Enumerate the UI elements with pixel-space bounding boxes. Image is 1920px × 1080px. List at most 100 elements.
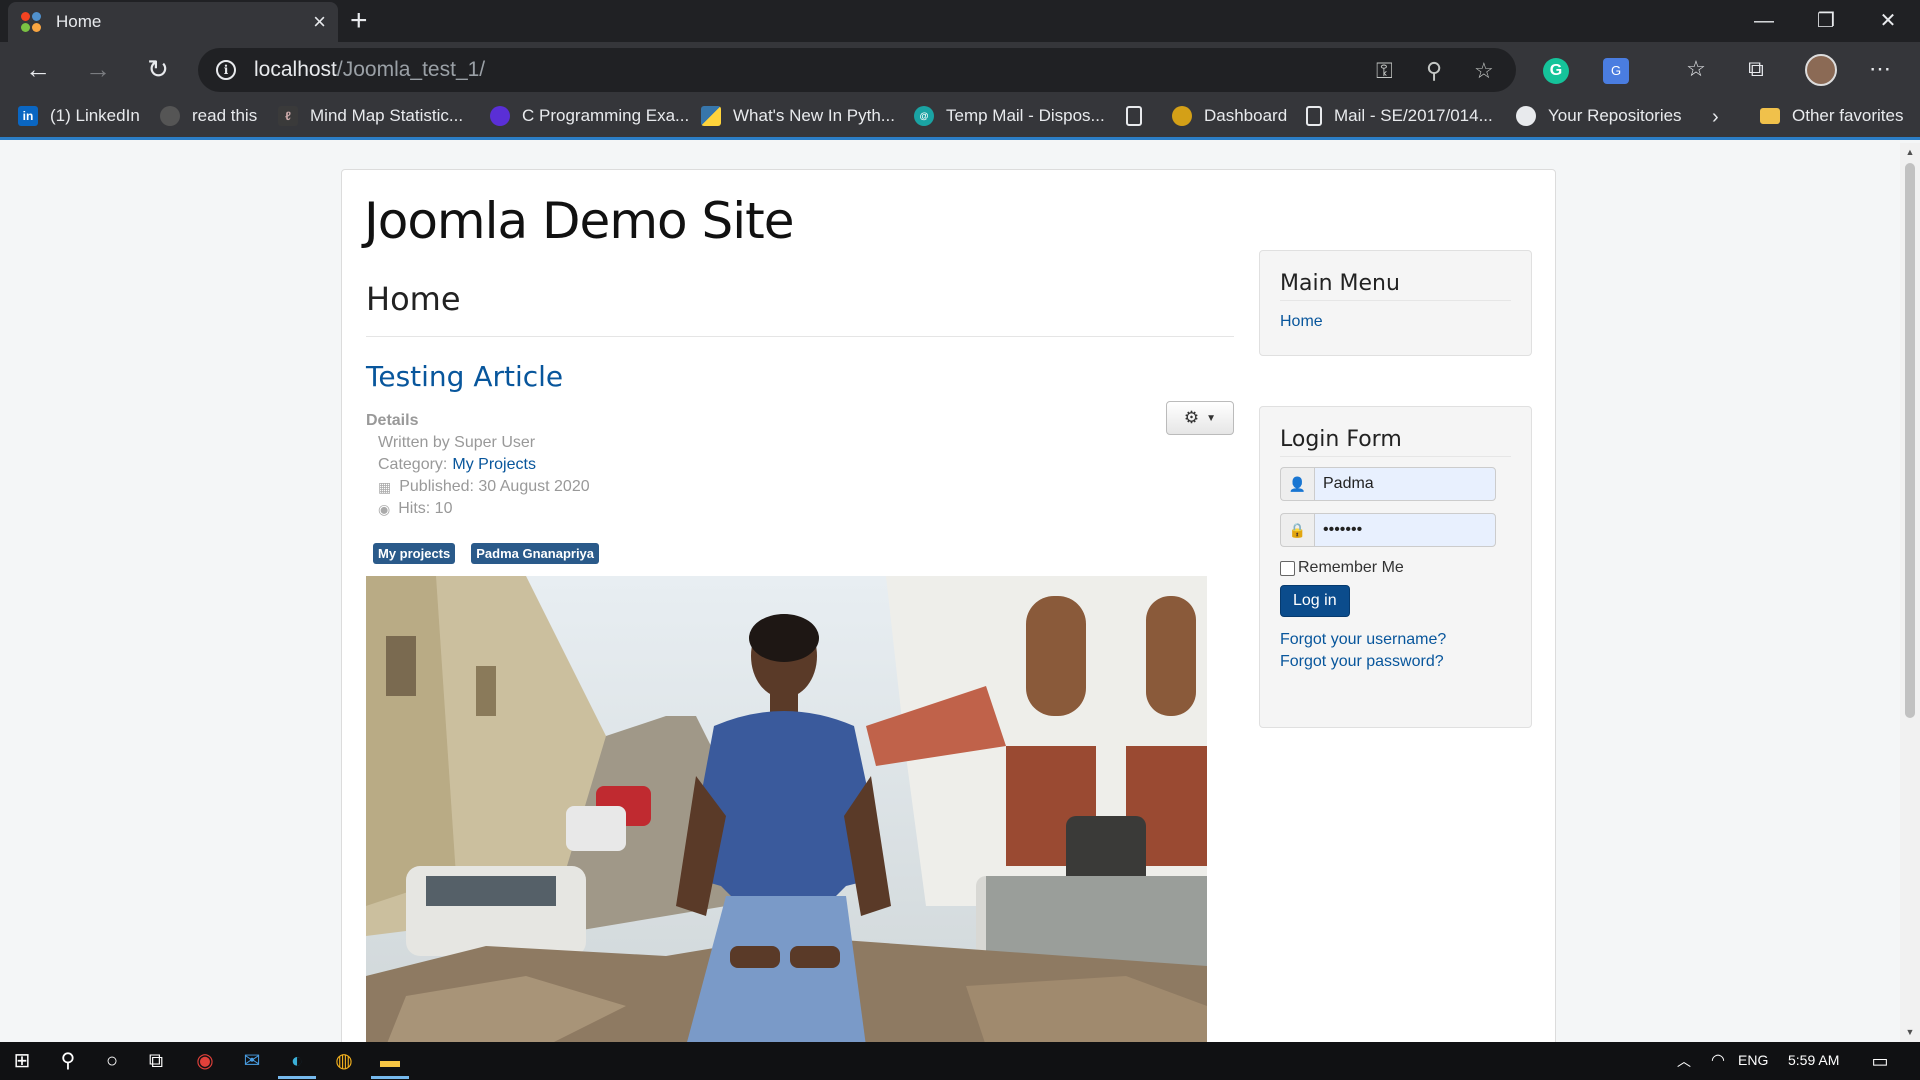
reload-button[interactable]: ↻	[140, 54, 176, 84]
search-icon[interactable]: ⚲	[56, 1049, 80, 1073]
street-photo-illustration	[366, 576, 1207, 1042]
calendar-icon: ▦	[378, 479, 392, 495]
bookmark-linkedin[interactable]: in (1) LinkedIn	[18, 106, 140, 126]
file-explorer-icon[interactable]: ▬	[378, 1049, 402, 1073]
main-menu-title: Main Menu	[1280, 271, 1511, 301]
mindmap-icon: ℓ	[278, 106, 298, 126]
tag-my-projects[interactable]: My projects	[373, 543, 456, 564]
restore-button[interactable]: ❐	[1806, 6, 1846, 36]
edge-browser-icon[interactable]: ◐	[285, 1049, 309, 1073]
site-title[interactable]: Joomla Demo Site	[364, 192, 795, 250]
username-input[interactable]	[1314, 467, 1496, 501]
bookmark-read-this[interactable]: read this	[160, 106, 257, 126]
url-text: localhost/Joomla_test_1/	[254, 58, 486, 81]
address-bar[interactable]: i localhost/Joomla_test_1/ ⚿ ⚲ ☆	[198, 48, 1516, 92]
page-heading: Home	[366, 280, 461, 318]
lock-icon: 🔒	[1280, 513, 1314, 547]
more-menu-icon[interactable]: ⋯	[1862, 54, 1898, 84]
translate-extension-icon[interactable]: G	[1603, 58, 1629, 84]
notification-icon[interactable]: ▭	[1868, 1049, 1892, 1073]
bookmark-repositories[interactable]: Your Repositories	[1516, 106, 1682, 126]
article-title[interactable]: Testing Article	[366, 360, 563, 393]
minimize-button[interactable]: —	[1744, 6, 1784, 36]
article-details: Details Written by Super User Category: M…	[366, 410, 590, 520]
tag-padma-gnanapriya[interactable]: Padma Gnanapriya	[471, 543, 600, 564]
app-icon-red[interactable]: ◉	[193, 1049, 217, 1073]
menu-item-home[interactable]: Home	[1280, 311, 1511, 333]
programiz-icon	[490, 106, 510, 126]
favorites-icon[interactable]: ☆	[1678, 54, 1714, 84]
grammarly-extension-icon[interactable]: G	[1543, 58, 1569, 84]
bookmark-c-programming[interactable]: C Programming Exa...	[490, 106, 689, 126]
windows-taskbar: ⊞ ⚲ ○ ⧉ ◉ ✉ ◐ ◍ ▬ ︿ ◠ ENG 5:59 AM ▭	[0, 1042, 1920, 1080]
article-hits: ◉ Hits: 10	[366, 498, 590, 520]
task-view-icon[interactable]: ⧉	[144, 1049, 168, 1073]
caret-down-icon: ▼	[1206, 412, 1217, 424]
joomla-favicon-icon	[20, 11, 42, 33]
forgot-password-link[interactable]: Forgot your password?	[1280, 651, 1511, 673]
close-window-button[interactable]: ✕	[1868, 6, 1908, 36]
browser-tab-home[interactable]: Home ×	[8, 2, 338, 42]
gear-icon: ⚙	[1183, 408, 1200, 427]
favorite-star-icon[interactable]: ☆	[1474, 58, 1494, 84]
tab-title: Home	[56, 12, 102, 31]
username-group: 👤	[1280, 467, 1496, 501]
chevron-right-icon[interactable]: ›	[1712, 106, 1719, 129]
article-category: Category: My Projects	[366, 454, 590, 476]
language-indicator[interactable]: ENG	[1738, 1052, 1768, 1068]
chevron-up-icon[interactable]: ︿	[1672, 1049, 1696, 1073]
scroll-thumb[interactable]	[1905, 163, 1915, 718]
clock[interactable]: 5:59 AM	[1788, 1052, 1839, 1068]
site-container: Joomla Demo Site Home Testing Article ⚙ ▼…	[341, 169, 1556, 1042]
page-icon	[1306, 106, 1322, 126]
new-tab-button[interactable]: +	[350, 6, 368, 36]
windows-start-icon[interactable]: ⊞	[10, 1049, 34, 1073]
scroll-up-icon[interactable]: ▲	[1900, 147, 1920, 157]
eye-icon: ◉	[378, 501, 391, 517]
zoom-out-icon[interactable]: ⚲	[1426, 58, 1442, 84]
folder-icon	[1760, 108, 1780, 124]
mail-icon[interactable]: ✉	[240, 1049, 264, 1073]
chrome-icon[interactable]: ◍	[332, 1049, 356, 1073]
remember-me[interactable]: Remember Me	[1280, 559, 1511, 577]
key-icon[interactable]: ⚿	[1376, 58, 1393, 84]
bookmark-untitled[interactable]	[1126, 106, 1142, 126]
collections-icon[interactable]: ⧉	[1738, 54, 1774, 84]
github-icon	[160, 106, 180, 126]
python-icon	[701, 106, 721, 126]
cortana-icon[interactable]: ○	[100, 1049, 124, 1073]
article-tools-button[interactable]: ⚙ ▼	[1166, 401, 1234, 435]
login-form-title: Login Form	[1280, 427, 1511, 457]
details-label: Details	[366, 412, 419, 429]
close-tab-icon[interactable]: ×	[313, 11, 326, 33]
article-author: Written by Super User	[378, 434, 536, 451]
back-button[interactable]: ←	[20, 54, 56, 84]
page-icon	[1126, 106, 1142, 126]
page-scrollbar[interactable]: ▲ ▼	[1900, 143, 1920, 1042]
main-menu-module: Main Menu Home	[1259, 250, 1532, 356]
profile-avatar[interactable]	[1805, 54, 1837, 86]
explorer-indicator	[371, 1076, 409, 1079]
category-link[interactable]: My Projects	[452, 454, 536, 476]
bookmark-mind-map[interactable]: ℓ Mind Map Statistic...	[278, 106, 463, 126]
forgot-username-link[interactable]: Forgot your username?	[1280, 629, 1511, 651]
login-form-module: Login Form 👤 🔒 Remember Me Log in Forgot…	[1259, 406, 1532, 728]
bookmark-python[interactable]: What's New In Pyth...	[701, 106, 895, 126]
tempmail-icon: @	[914, 106, 934, 126]
remember-me-checkbox[interactable]	[1280, 560, 1295, 576]
bookmark-mail[interactable]: Mail - SE/2017/014...	[1306, 106, 1493, 126]
github-icon	[1516, 106, 1536, 126]
forward-button[interactable]: →	[80, 54, 116, 84]
bookmark-temp-mail[interactable]: @ Temp Mail - Dispos...	[914, 106, 1105, 126]
login-button[interactable]: Log in	[1280, 585, 1350, 617]
page-viewport: Joomla Demo Site Home Testing Article ⚙ ▼…	[0, 143, 1900, 1042]
bookmark-dashboard[interactable]: Dashboard	[1172, 106, 1287, 126]
bookmarks-bar: in (1) LinkedIn read this ℓ Mind Map Stati…	[0, 100, 1920, 140]
scroll-down-icon[interactable]: ▼	[1900, 1027, 1920, 1037]
other-favorites[interactable]: Other favorites	[1760, 106, 1904, 126]
password-input[interactable]	[1314, 513, 1496, 547]
wifi-icon[interactable]: ◠	[1706, 1049, 1730, 1073]
article-published: ▦ Published: 30 August 2020	[366, 476, 590, 498]
article-photo	[366, 576, 1207, 1042]
site-info-icon[interactable]: i	[216, 60, 236, 80]
